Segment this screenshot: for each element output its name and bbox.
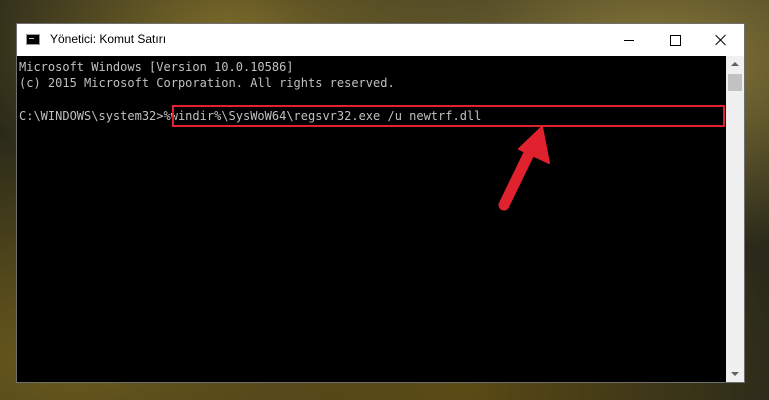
- console-output[interactable]: Microsoft Windows [Version 10.0.10586] (…: [17, 56, 727, 382]
- scroll-down-button[interactable]: [726, 366, 744, 382]
- console-line-copyright: (c) 2015 Microsoft Corporation. All righ…: [19, 76, 395, 90]
- cmd-window: Yönetici: Komut Satırı Microsoft Windows…: [16, 23, 745, 383]
- console-line-version: Microsoft Windows [Version 10.0.10586]: [19, 60, 294, 74]
- maximize-button[interactable]: [652, 24, 698, 56]
- minimize-button[interactable]: [606, 24, 652, 56]
- minimize-icon: [624, 39, 634, 41]
- title-bar[interactable]: Yönetici: Komut Satırı: [17, 24, 744, 56]
- cmd-app-icon: [26, 34, 40, 45]
- pointer-arrow-icon: [498, 126, 550, 211]
- vertical-scrollbar[interactable]: [726, 56, 744, 382]
- close-icon: [715, 34, 727, 46]
- maximize-icon: [669, 34, 681, 46]
- chevron-down-icon: [731, 372, 739, 376]
- window-title: Yönetici: Komut Satırı: [50, 32, 167, 46]
- console-prompt: C:\WINDOWS\system32>: [19, 109, 164, 123]
- chevron-up-icon: [731, 62, 739, 66]
- command-highlight-box: [172, 105, 725, 127]
- scroll-up-button[interactable]: [726, 56, 744, 72]
- scrollbar-thumb[interactable]: [728, 74, 742, 91]
- close-button[interactable]: [698, 24, 744, 56]
